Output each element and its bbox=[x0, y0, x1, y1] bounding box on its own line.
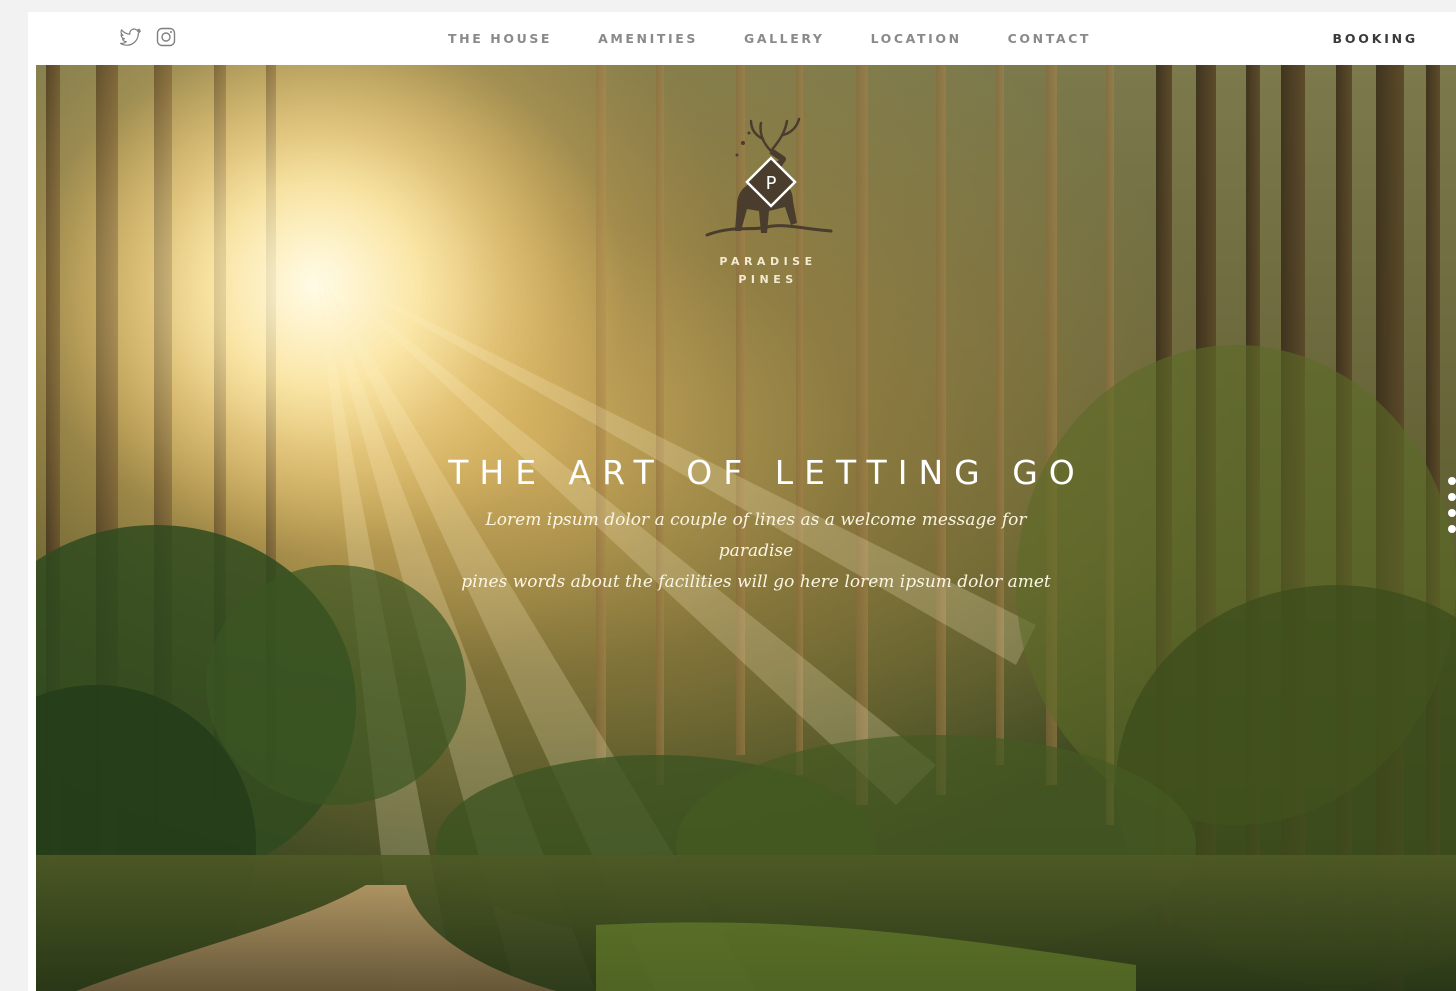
top-navigation-bar: THE HOUSE AMENITIES GALLERY LOCATION CON… bbox=[28, 12, 1456, 65]
brand-name-line-1: PARADISE bbox=[719, 255, 817, 268]
twitter-icon[interactable] bbox=[118, 25, 142, 49]
slider-dot[interactable] bbox=[1448, 493, 1456, 501]
deer-logo-icon: P bbox=[705, 117, 833, 237]
slider-dot[interactable] bbox=[1448, 525, 1456, 533]
slider-pagination bbox=[1446, 477, 1456, 533]
main-menu: THE HOUSE AMENITIES GALLERY LOCATION CON… bbox=[448, 12, 1091, 65]
hero-tagline-line-2: pines words about the facilities will go… bbox=[461, 572, 1051, 592]
brand-name-line-2: PINES bbox=[738, 273, 798, 286]
logo-letter: P bbox=[766, 173, 777, 194]
brand-logo[interactable]: P PARADISE PINES bbox=[688, 103, 848, 303]
nav-item-gallery[interactable]: GALLERY bbox=[744, 31, 825, 46]
slider-dot[interactable] bbox=[1448, 509, 1456, 517]
nav-item-amenities[interactable]: AMENITIES bbox=[598, 31, 698, 46]
page: THE HOUSE AMENITIES GALLERY LOCATION CON… bbox=[28, 12, 1456, 991]
nav-item-the-house[interactable]: THE HOUSE bbox=[448, 31, 552, 46]
hero-tagline-line-1: Lorem ipsum dolor a couple of lines as a… bbox=[485, 510, 1027, 561]
hero-tagline: Lorem ipsum dolor a couple of lines as a… bbox=[456, 505, 1056, 598]
nav-item-location[interactable]: LOCATION bbox=[871, 31, 962, 46]
hero-headline: THE ART OF LETTING GO bbox=[448, 453, 1086, 492]
slider-dot[interactable] bbox=[1448, 477, 1456, 485]
social-links bbox=[118, 25, 178, 49]
booking-link[interactable]: BOOKING bbox=[1333, 12, 1418, 65]
instagram-icon[interactable] bbox=[154, 25, 178, 49]
nav-item-contact[interactable]: CONTACT bbox=[1008, 31, 1091, 46]
hero-banner: P PARADISE PINES THE ART OF LETTING GO L… bbox=[36, 65, 1456, 991]
